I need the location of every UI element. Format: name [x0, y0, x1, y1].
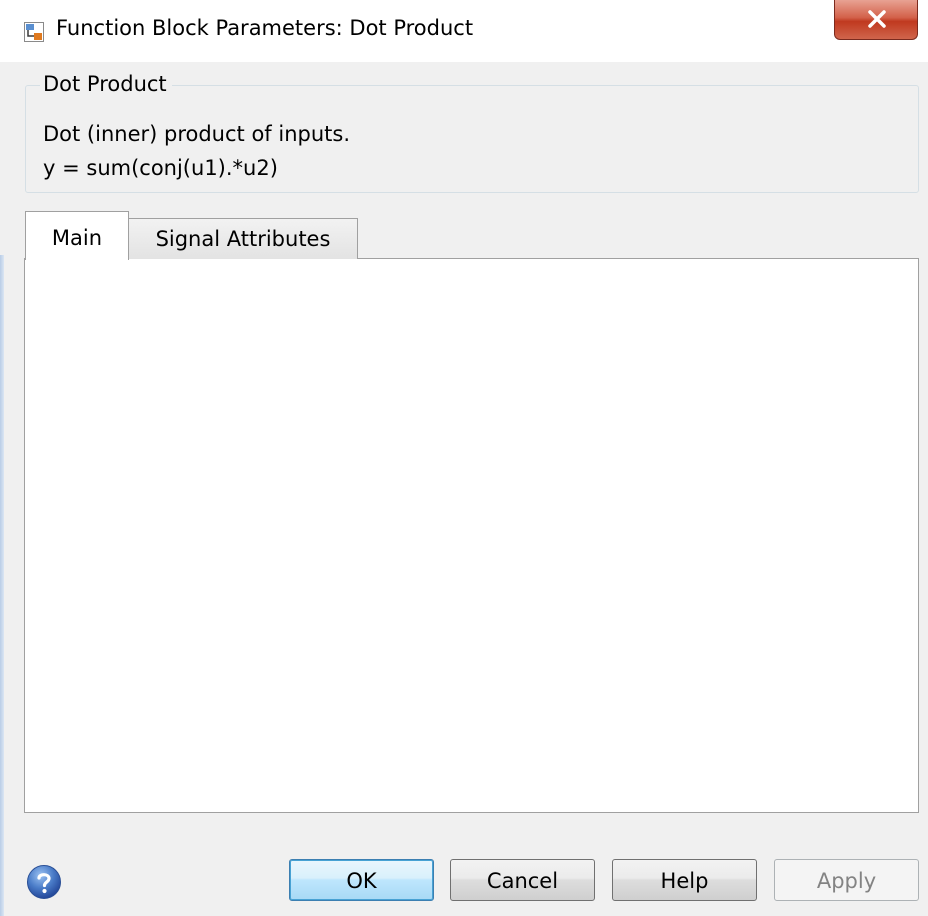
description-group-title: Dot Product	[40, 72, 172, 96]
close-icon	[868, 10, 886, 28]
window-edge	[0, 255, 4, 916]
title-bar: Function Block Parameters: Dot Product	[0, 0, 928, 62]
cancel-button[interactable]: Cancel	[450, 859, 595, 901]
tab-main[interactable]: Main	[25, 211, 129, 260]
apply-button[interactable]: Apply	[774, 859, 919, 901]
description-line-2: y = sum(conj(u1).*u2)	[43, 156, 278, 180]
ok-button[interactable]: OK	[289, 859, 434, 901]
description-line-1: Dot (inner) product of inputs.	[43, 122, 350, 146]
help-question-icon[interactable]	[26, 864, 62, 900]
close-button[interactable]	[834, 0, 918, 40]
window-title: Function Block Parameters: Dot Product	[56, 16, 474, 40]
tab-signal-attributes[interactable]: Signal Attributes	[128, 218, 358, 259]
tab-panel-main	[24, 258, 919, 813]
simulink-block-icon	[24, 22, 44, 42]
help-button[interactable]: Help	[612, 859, 757, 901]
dialog-window: Function Block Parameters: Dot Product D…	[0, 0, 928, 916]
